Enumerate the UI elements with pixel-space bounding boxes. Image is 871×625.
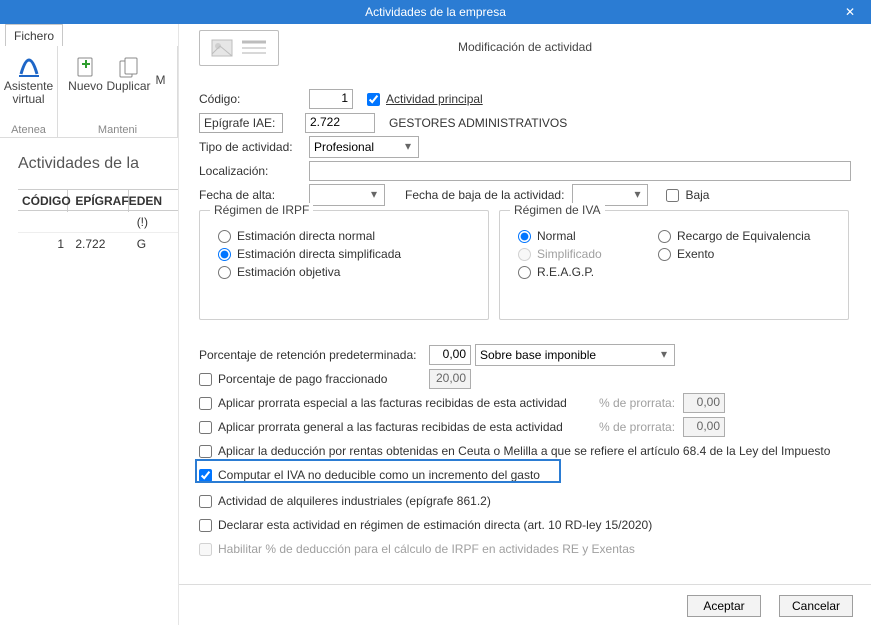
- grid-card-title: Actividades de la: [18, 155, 139, 173]
- cell-den: (!) G: [133, 211, 163, 233]
- highlight-iva-nd: [195, 459, 561, 483]
- principal-label: Actividad principal: [386, 92, 483, 106]
- chevron-down-icon: ▾: [629, 187, 645, 203]
- ret-base-select[interactable]: Sobre base imponible ▾: [475, 344, 675, 366]
- iva-legend: Régimen de IVA: [510, 203, 605, 217]
- ribbon-group-caption-atenea: Atenea: [0, 124, 57, 136]
- ribbon-group-mant: Nuevo Duplicar M Manteni: [58, 46, 178, 138]
- footer-divider: [179, 584, 871, 585]
- frac-input: 20,00: [429, 369, 471, 389]
- chevron-down-icon: ▾: [400, 139, 416, 155]
- frac-checkbox[interactable]: Porcentaje de pago fraccionado: [199, 372, 429, 386]
- irpf-radio-objetiva[interactable]: Estimación objetiva: [218, 265, 470, 279]
- epigrafe-desc: GESTORES ADMINISTRATIVOS: [389, 116, 567, 130]
- close-icon[interactable]: ✕: [829, 0, 871, 24]
- ret-input[interactable]: 0,00: [429, 345, 471, 365]
- table-row[interactable]: 1 2.722 (!) G: [18, 211, 178, 233]
- irpf-radio-simplificada[interactable]: Estimación directa simplificada: [218, 247, 470, 261]
- loc-input[interactable]: [309, 161, 851, 181]
- activity-form: Modificación de actividad Código: 1 Acti…: [178, 24, 871, 625]
- fieldset-irpf: Régimen de IRPF Estimación directa norma…: [199, 210, 489, 320]
- rd15-checkbox[interactable]: Declarar esta actividad en régimen de es…: [199, 518, 652, 532]
- chevron-down-icon: ▾: [656, 347, 672, 363]
- iva-radio-reagp[interactable]: R.E.A.G.P.: [518, 265, 658, 279]
- habilitar-checkbox: Habilitar % de deducción para el cálculo…: [199, 542, 635, 556]
- cell-epigrafe: 2.722: [71, 233, 129, 255]
- principal-check-input[interactable]: [367, 93, 380, 106]
- epigrafe-input[interactable]: 2.722: [305, 113, 375, 133]
- alta-date[interactable]: ▾: [309, 184, 385, 206]
- principal-checkbox[interactable]: Actividad principal: [367, 92, 483, 106]
- baja-checkbox[interactable]: Baja: [666, 188, 709, 202]
- tipo-label: Tipo de actividad:: [199, 140, 309, 154]
- iva-radio-recargo[interactable]: Recargo de Equivalencia: [658, 229, 810, 243]
- ribbon-btn-mod[interactable]: M: [153, 74, 169, 87]
- dialog-title-bar: Actividades de la empresa: [0, 0, 871, 24]
- col-codigo[interactable]: CÓDIGO: [18, 190, 68, 212]
- iva-radio-exento[interactable]: Exento: [658, 247, 810, 261]
- accept-button[interactable]: Aceptar: [687, 595, 761, 617]
- alquileres-checkbox[interactable]: Actividad de alquileres industriales (ep…: [199, 494, 491, 508]
- assistant-icon[interactable]: [15, 52, 43, 80]
- grid-header: CÓDIGO EPÍGRAFE DEN: [18, 189, 178, 211]
- ribbon-btn-nuevo[interactable]: Nuevo: [67, 80, 105, 93]
- prorrata-especial-checkbox[interactable]: Aplicar prorrata especial a las facturas…: [199, 396, 599, 410]
- chevron-down-icon: ▾: [366, 187, 382, 203]
- ribbon-group-atenea: Asistente virtual Atenea: [0, 46, 58, 138]
- prorrata-pct-esp-input: 0,00: [683, 393, 725, 413]
- ribbon-btn-duplicar[interactable]: Duplicar: [107, 80, 151, 93]
- ribbon-group-caption-mant: Manteni: [58, 124, 177, 136]
- prorrata-pct-label: % de prorrata:: [599, 396, 683, 410]
- fieldset-iva: Régimen de IVA Normal Simplificado R.E.A…: [499, 210, 849, 320]
- ribbon-btn-asistente-l2[interactable]: virtual: [0, 93, 57, 106]
- prorrata-pct-gen-input: 0,00: [683, 417, 725, 437]
- form-title: Modificación de actividad: [199, 40, 851, 54]
- baja-label: Fecha de baja de la actividad:: [405, 188, 564, 202]
- ceuta-checkbox[interactable]: Aplicar la deducción por rentas obtenida…: [199, 444, 830, 458]
- irpf-legend: Régimen de IRPF: [210, 203, 313, 217]
- epigrafe-button[interactable]: Epígrafe IAE:: [199, 113, 283, 133]
- loc-label: Localización:: [199, 164, 309, 178]
- iva-radio-normal[interactable]: Normal: [518, 229, 658, 243]
- cancel-button[interactable]: Cancelar: [779, 595, 853, 617]
- iva-radio-simplificado: Simplificado: [518, 247, 658, 261]
- codigo-label: Código:: [199, 92, 309, 106]
- cell-codigo: 1: [18, 233, 68, 255]
- duplicate-icon[interactable]: [117, 56, 141, 80]
- alta-label: Fecha de alta:: [199, 188, 309, 202]
- tipo-value: Profesional: [314, 140, 374, 154]
- col-den[interactable]: DEN: [133, 190, 163, 212]
- tipo-select[interactable]: Profesional ▾: [309, 136, 419, 158]
- tab-fichero[interactable]: Fichero: [5, 24, 63, 46]
- codigo-input[interactable]: 1: [309, 89, 353, 109]
- col-epigrafe[interactable]: EPÍGRAFE: [71, 190, 129, 212]
- baja-check-input[interactable]: [666, 189, 679, 202]
- irpf-radio-normal[interactable]: Estimación directa normal: [218, 229, 470, 243]
- new-icon[interactable]: [74, 56, 98, 80]
- prorrata-pct-label2: % de prorrata:: [599, 420, 683, 434]
- dialog-title: Actividades de la empresa: [365, 5, 506, 19]
- prorrata-general-checkbox[interactable]: Aplicar prorrata general a las facturas …: [199, 420, 599, 434]
- baja-chk-label: Baja: [685, 188, 709, 202]
- ret-label: Porcentaje de retención predeterminada:: [199, 348, 429, 362]
